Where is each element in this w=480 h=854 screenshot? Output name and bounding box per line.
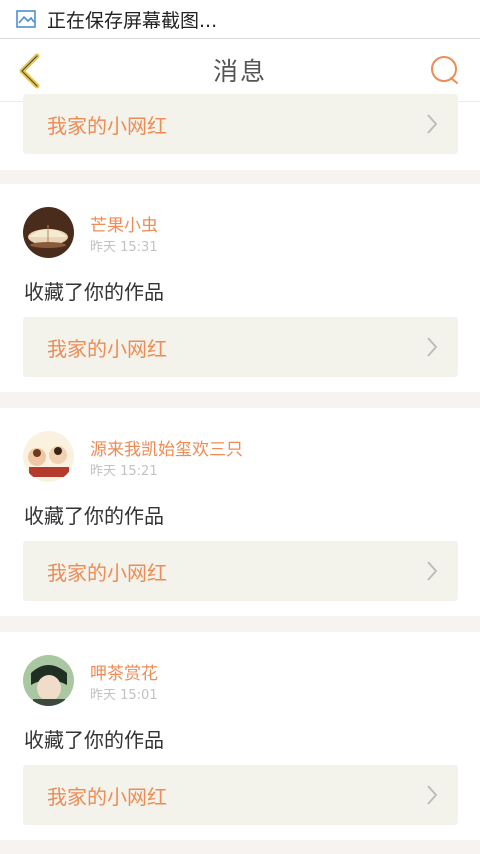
- avatar[interactable]: [23, 655, 74, 706]
- work-link-label: 我家的小网红: [47, 337, 167, 361]
- user-name[interactable]: 呷茶赏花: [90, 659, 158, 684]
- status-text: 正在保存屏幕截图...: [47, 9, 218, 32]
- page-title: 消息: [212, 57, 267, 86]
- search-button[interactable]: [428, 53, 462, 87]
- message-feed: 我家的小网红 芒果小虫 昨天 15:31 收藏了你的作品 我家的小网红 源来我凯…: [0, 94, 480, 840]
- image-icon: [15, 8, 37, 30]
- work-link-label: 我家的小网红: [47, 561, 167, 585]
- action-text: 收藏了你的作品: [24, 280, 164, 304]
- chevron-left-icon: [19, 53, 40, 89]
- chevron-right-icon: [427, 114, 438, 134]
- avatar[interactable]: [23, 431, 74, 482]
- action-text: 收藏了你的作品: [24, 728, 164, 752]
- work-link-label: 我家的小网红: [47, 114, 167, 138]
- work-link[interactable]: 我家的小网红: [23, 317, 458, 377]
- status-bar: 正在保存屏幕截图...: [0, 0, 480, 39]
- nav-bar: 消息: [0, 39, 480, 102]
- work-link[interactable]: 我家的小网红: [23, 94, 458, 154]
- back-button[interactable]: [12, 51, 48, 91]
- action-text: 收藏了你的作品: [24, 504, 164, 528]
- message-card: 我家的小网红: [0, 94, 480, 170]
- user-name[interactable]: 源来我凯始玺欢三只: [90, 435, 243, 460]
- message-card: 芒果小虫 昨天 15:31 收藏了你的作品 我家的小网红: [0, 184, 480, 392]
- avatar[interactable]: [23, 207, 74, 258]
- message-card: 呷茶赏花 昨天 15:01 收藏了你的作品 我家的小网红: [0, 632, 480, 840]
- timestamp: 昨天 15:01: [90, 688, 158, 703]
- chevron-right-icon: [427, 785, 438, 805]
- timestamp: 昨天 15:21: [90, 464, 158, 479]
- work-link[interactable]: 我家的小网红: [23, 541, 458, 601]
- chevron-right-icon: [427, 337, 438, 357]
- chevron-right-icon: [427, 561, 438, 581]
- work-link-label: 我家的小网红: [47, 785, 167, 809]
- user-name[interactable]: 芒果小虫: [90, 211, 158, 236]
- message-card: 源来我凯始玺欢三只 昨天 15:21 收藏了你的作品 我家的小网红: [0, 408, 480, 616]
- search-icon: [431, 56, 458, 84]
- work-link[interactable]: 我家的小网红: [23, 765, 458, 825]
- timestamp: 昨天 15:31: [90, 240, 158, 255]
